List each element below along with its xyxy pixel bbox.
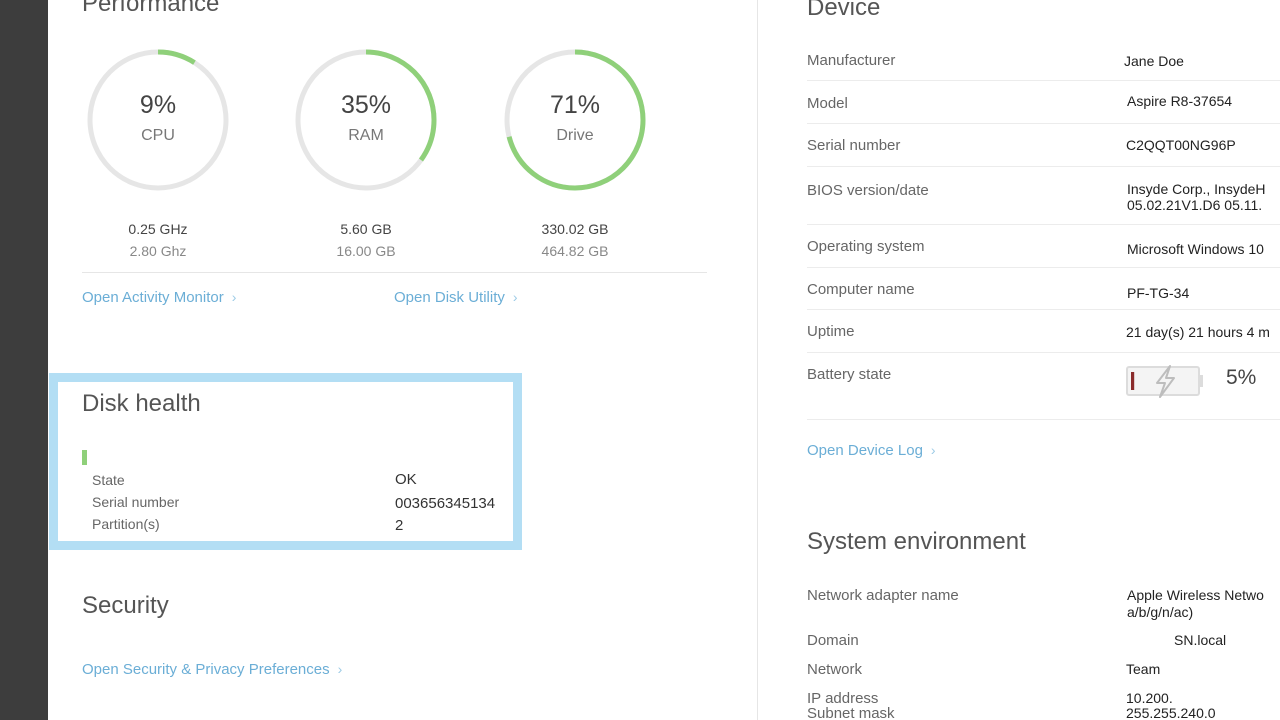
disk-serial-value: 003656345134 bbox=[395, 495, 496, 512]
operating-system-label: Operating system bbox=[807, 238, 925, 255]
open-activity-monitor-link[interactable]: Open Activity Monitor › bbox=[82, 289, 236, 306]
network-label: Network bbox=[807, 661, 863, 678]
battery-level bbox=[1131, 372, 1135, 390]
domain-label: Domain bbox=[807, 632, 859, 649]
disk-partitions-value: 2 bbox=[395, 517, 404, 534]
subnet-mask-value: 255.255.240.0 bbox=[1126, 705, 1216, 720]
battery-icon bbox=[1126, 363, 1204, 399]
drive-total-value: 464.82 GB bbox=[541, 243, 609, 259]
cpu-percent: 9% bbox=[139, 91, 177, 119]
drive-label: Drive bbox=[556, 127, 594, 144]
ram-total-value: 16.00 GB bbox=[336, 243, 396, 259]
ram-percent: 35% bbox=[340, 91, 392, 119]
ram-gauge: 35% RAM bbox=[293, 47, 439, 193]
system-environment-title: System environment bbox=[807, 528, 1026, 555]
cpu-current-value: 0.25 GHz bbox=[128, 221, 188, 237]
ip-address-value: 10.200. bbox=[1126, 690, 1173, 706]
network-adapter-label: Network adapter name bbox=[807, 587, 959, 604]
battery-percent: 5% bbox=[1226, 366, 1257, 389]
open-disk-utility-label: Open Disk Utility bbox=[394, 289, 505, 306]
model-value: Aspire R8-37654 bbox=[1127, 93, 1233, 109]
open-security-privacy-label: Open Security & Privacy Preferences bbox=[82, 661, 330, 678]
subnet-mask-label: Subnet mask bbox=[807, 705, 895, 720]
cpu-gauge: 9% CPU bbox=[85, 47, 231, 193]
row-divider bbox=[807, 166, 1280, 167]
row-divider bbox=[807, 267, 1280, 268]
network-adapter-value-line2: a/b/g/n/ac) bbox=[1127, 604, 1194, 620]
drive-gauge: 71% Drive bbox=[502, 47, 648, 193]
cpu-label: CPU bbox=[141, 127, 175, 144]
domain-value: SN.local bbox=[1174, 632, 1227, 648]
disk-serial-label: Serial number bbox=[92, 494, 180, 510]
battery-state-label: Battery state bbox=[807, 366, 892, 383]
drive-used-value: 330.02 GB bbox=[541, 221, 609, 237]
computer-name-label: Computer name bbox=[807, 281, 915, 298]
drive-percent: 71% bbox=[549, 91, 601, 119]
computer-name-value: PF-TG-34 bbox=[1127, 285, 1190, 301]
disk-health-indicator bbox=[82, 450, 87, 465]
serial-number-value: C2QQT00NG96P bbox=[1126, 137, 1236, 153]
open-security-privacy-link[interactable]: Open Security & Privacy Preferences › bbox=[82, 661, 342, 678]
security-title: Security bbox=[82, 592, 169, 619]
open-activity-monitor-label: Open Activity Monitor bbox=[82, 289, 224, 306]
chevron-right-icon: › bbox=[231, 289, 237, 305]
uptime-label: Uptime bbox=[807, 323, 855, 340]
row-divider bbox=[807, 419, 1280, 420]
performance-divider bbox=[82, 272, 707, 273]
column-divider bbox=[757, 0, 758, 720]
row-divider bbox=[807, 80, 1280, 81]
disk-state-value: OK bbox=[395, 471, 417, 488]
sidebar-strip bbox=[0, 0, 48, 720]
row-divider bbox=[807, 309, 1280, 310]
open-device-log-label: Open Device Log bbox=[807, 442, 923, 459]
uptime-value: 21 day(s) 21 hours 4 m bbox=[1126, 324, 1270, 340]
network-adapter-value: Apple Wireless Netwo bbox=[1127, 587, 1264, 603]
bios-label: BIOS version/date bbox=[807, 182, 929, 199]
chevron-right-icon: › bbox=[337, 661, 343, 677]
disk-partitions-label: Partition(s) bbox=[92, 516, 160, 532]
bios-value-line2: 05.02.21V1.D6 05.11. bbox=[1127, 197, 1263, 213]
disk-state-label: State bbox=[92, 472, 125, 488]
model-label: Model bbox=[807, 95, 848, 112]
chevron-right-icon: › bbox=[512, 289, 518, 305]
chevron-right-icon: › bbox=[930, 442, 936, 458]
open-disk-utility-link[interactable]: Open Disk Utility › bbox=[394, 289, 518, 306]
operating-system-value: Microsoft Windows 10 bbox=[1127, 241, 1264, 257]
open-device-log-link[interactable]: Open Device Log › bbox=[807, 442, 936, 459]
disk-health-title: Disk health bbox=[82, 390, 201, 417]
row-divider bbox=[807, 352, 1280, 353]
manufacturer-value: Jane Doe bbox=[1124, 53, 1184, 69]
cpu-max-value: 2.80 Ghz bbox=[129, 243, 187, 259]
ram-label: RAM bbox=[348, 127, 384, 144]
network-value: Team bbox=[1126, 661, 1161, 677]
serial-number-label: Serial number bbox=[807, 137, 901, 154]
ram-used-value: 5.60 GB bbox=[340, 221, 392, 237]
manufacturer-label: Manufacturer bbox=[807, 52, 896, 69]
row-divider bbox=[807, 123, 1280, 124]
performance-title: Performance bbox=[82, 0, 220, 17]
device-title: Device bbox=[807, 0, 881, 21]
row-divider bbox=[807, 224, 1280, 225]
bios-value: Insyde Corp., InsydeH bbox=[1127, 181, 1266, 197]
